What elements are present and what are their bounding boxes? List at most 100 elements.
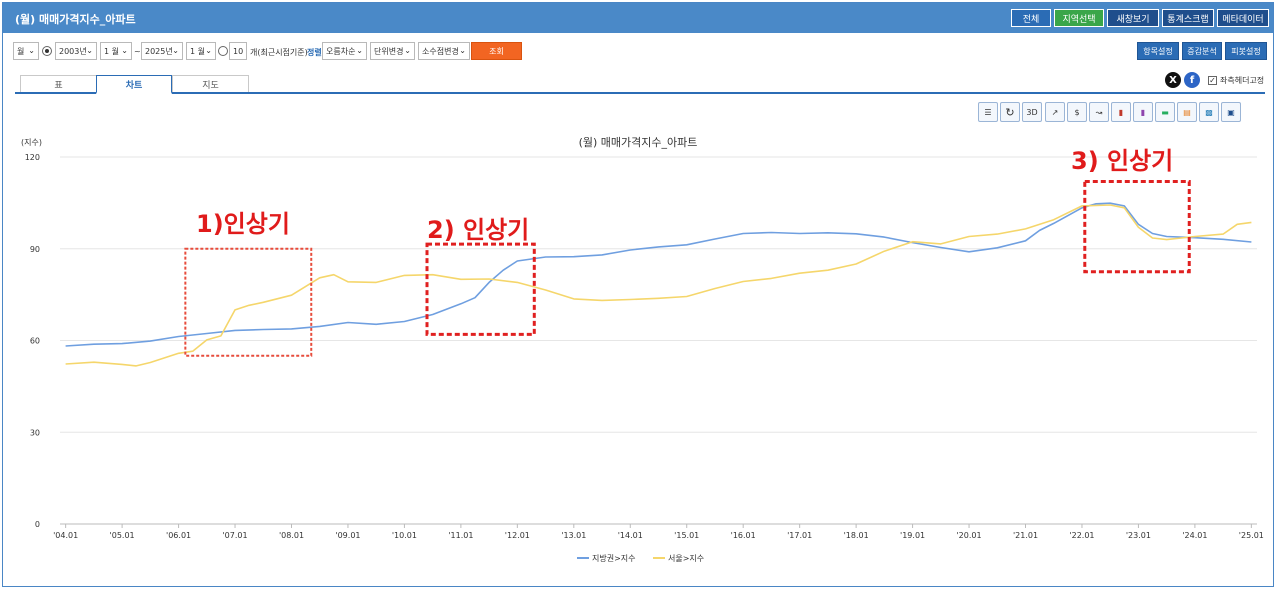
x-tick-label: '23.01 xyxy=(1126,531,1151,540)
x-share-icon[interactable]: X xyxy=(1165,72,1181,88)
annotation-box xyxy=(425,242,536,336)
recent-count-input[interactable]: 10 xyxy=(229,42,247,60)
chevron-down-icon: ⌄ xyxy=(28,46,35,55)
y-tick-label: 120 xyxy=(25,153,40,162)
recent-radio[interactable] xyxy=(218,46,228,56)
chevron-down-icon: ⌄ xyxy=(356,46,363,55)
chevron-down-icon: ⌄ xyxy=(86,46,93,55)
annotation-label: 2) 인상기 xyxy=(427,216,529,244)
y-axis-label: (지수) xyxy=(21,138,42,147)
period-type-select[interactable]: 월 ⌄ xyxy=(13,42,39,60)
x-tick-label: '19.01 xyxy=(900,531,925,540)
x-tick-label: '05.01 xyxy=(110,531,135,540)
dollar-line-icon[interactable]: $ xyxy=(1067,102,1087,122)
decimal-value: 소수점변경 xyxy=(422,46,459,56)
decimal-select[interactable]: 소수점변경 ⌄ xyxy=(418,42,470,60)
end-year-value: 2025년 xyxy=(145,46,173,56)
start-year-value: 2003년 xyxy=(59,46,87,56)
start-year-select[interactable]: 2003년 ⌄ xyxy=(55,42,97,60)
x-tick-label: '07.01 xyxy=(222,531,247,540)
item-settings-button[interactable]: 항목설정 xyxy=(1137,42,1179,60)
x-tick-label: '25.01 xyxy=(1239,531,1264,540)
stacked-bar-icon[interactable]: ▤ xyxy=(1177,102,1197,122)
facebook-share-icon[interactable]: f xyxy=(1184,72,1200,88)
annotation-box xyxy=(184,247,313,357)
y-tick-label: 30 xyxy=(30,428,40,437)
tab-chart[interactable]: 차트 xyxy=(96,75,172,94)
end-year-select[interactable]: 2025년 ⌄ xyxy=(141,42,183,60)
y-tick-label: 60 xyxy=(30,337,40,346)
pivot-settings-button[interactable]: 피봇설정 xyxy=(1225,42,1267,60)
x-tick-label: '12.01 xyxy=(505,531,530,540)
unit-value: 단위변경 xyxy=(374,46,404,56)
dollar-bar-icon[interactable]: ▮ xyxy=(1133,102,1153,122)
legend-label: 서울>지수 xyxy=(668,554,704,563)
x-tick-label: '06.01 xyxy=(166,531,191,540)
multi-line-icon[interactable]: ↝ xyxy=(1089,102,1109,122)
range-tilde: ~ xyxy=(134,47,141,56)
x-tick-label: '14.01 xyxy=(618,531,643,540)
end-month-value: 1 월 xyxy=(190,46,205,56)
bar-chart-icon[interactable]: ▮ xyxy=(1111,102,1131,122)
sort-select[interactable]: 오름차순 ⌄ xyxy=(322,42,367,60)
x-tick-label: '09.01 xyxy=(335,531,360,540)
search-button[interactable]: 조회 xyxy=(471,42,522,60)
y-tick-label: 90 xyxy=(30,245,40,254)
start-month-select[interactable]: 1 월 ⌄ xyxy=(100,42,132,60)
all-button[interactable]: 전체 xyxy=(1011,9,1051,27)
annotation-label: 1)인상기 xyxy=(196,210,290,238)
query-toolbar: 월 ⌄ 2003년 ⌄ 1 월 ⌄ ~ 2025년 ⌄ 1 월 ⌄ 10 개(최근시점기준… xyxy=(3,39,1273,65)
refresh-icon[interactable]: ↻ xyxy=(1000,102,1020,122)
recent-label: 개(최근시점기준) xyxy=(250,48,308,57)
new-window-button[interactable]: 새창보기 xyxy=(1107,9,1159,27)
tab-map[interactable]: 지도 xyxy=(172,75,249,92)
chevron-down-icon: ⌄ xyxy=(205,46,212,55)
x-tick-label: '18.01 xyxy=(844,531,869,540)
unit-select[interactable]: 단위변경 ⌄ xyxy=(370,42,415,60)
end-month-select[interactable]: 1 월 ⌄ xyxy=(186,42,216,60)
x-tick-label: '08.01 xyxy=(279,531,304,540)
x-tick-label: '04.01 xyxy=(53,531,78,540)
x-tick-label: '13.01 xyxy=(561,531,586,540)
sort-label: 정렬 xyxy=(307,48,322,57)
chevron-down-icon: ⌄ xyxy=(404,46,411,55)
tab-table[interactable]: 표 xyxy=(20,75,97,92)
3d-icon[interactable]: 3D xyxy=(1022,102,1042,122)
x-tick-label: '24.01 xyxy=(1182,531,1207,540)
fix-header-checkbox[interactable]: ✓ xyxy=(1208,76,1217,85)
annotation-label: 3) 인상기 xyxy=(1071,147,1173,175)
x-tick-label: '16.01 xyxy=(731,531,756,540)
period-type-value: 월 xyxy=(17,46,25,56)
title-bar: (월) 매매가격지수_아파트 전체 지역선택 새창보기 통계스크랩 메타데이터 xyxy=(3,3,1273,33)
metadata-button[interactable]: 메타데이터 xyxy=(1217,9,1269,27)
chart-title: (월) 매매가격지수_아파트 xyxy=(579,136,698,149)
list-icon[interactable]: ☰ xyxy=(978,102,998,122)
dollar-stacked-icon[interactable]: ▩ xyxy=(1199,102,1219,122)
range-radio[interactable] xyxy=(42,46,52,56)
horizontal-bar-icon[interactable]: ▬ xyxy=(1155,102,1175,122)
chevron-down-icon: ⌄ xyxy=(121,46,128,55)
fix-header-label: 좌측헤더고정 xyxy=(1220,76,1265,85)
change-analysis-button[interactable]: 증감분석 xyxy=(1182,42,1222,60)
legend-label: 지방권>지수 xyxy=(592,553,636,563)
save-icon[interactable]: ▣ xyxy=(1221,102,1241,122)
x-tick-label: '11.01 xyxy=(448,531,473,540)
start-month-value: 1 월 xyxy=(104,46,119,56)
x-tick-label: '21.01 xyxy=(1013,531,1038,540)
page-title: (월) 매매가격지수_아파트 xyxy=(15,13,136,26)
view-tabs: 표 차트 지도 xyxy=(15,75,1265,94)
chevron-down-icon: ⌄ xyxy=(459,46,466,55)
stats-scrap-button[interactable]: 통계스크랩 xyxy=(1162,9,1214,27)
sort-value: 오름차순 xyxy=(326,46,356,56)
region-select-button[interactable]: 지역선택 xyxy=(1054,9,1104,27)
y-tick-label: 0 xyxy=(35,520,40,529)
x-tick-label: '17.01 xyxy=(787,531,812,540)
recent-count-value: 10 xyxy=(233,46,244,56)
price-index-chart: (월) 매매가격지수_아파트 (지수) 0 30 60 90 120 '04.01 '05.… xyxy=(21,136,1264,563)
x-tick-label: '20.01 xyxy=(956,531,981,540)
x-tick-label: '10.01 xyxy=(392,531,417,540)
chevron-down-icon: ⌄ xyxy=(172,46,179,55)
x-tick-label: '15.01 xyxy=(674,531,699,540)
x-tick-label: '22.01 xyxy=(1069,531,1094,540)
line-chart-icon[interactable]: ↗ xyxy=(1045,102,1065,122)
